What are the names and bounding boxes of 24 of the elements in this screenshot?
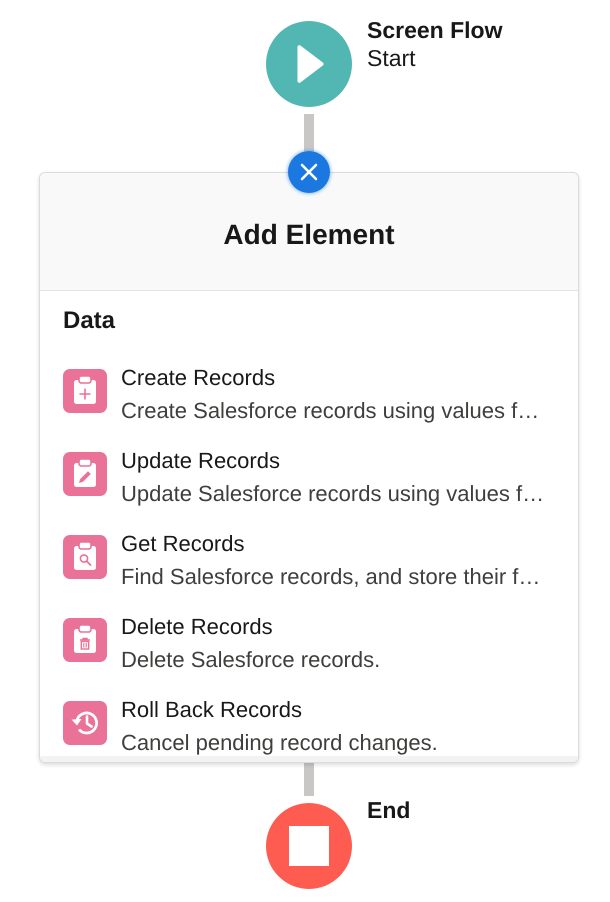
element-description: Cancel pending record changes. (121, 730, 438, 756)
element-description: Delete Salesforce records. (121, 647, 380, 673)
panel-title: Add Element (223, 218, 395, 252)
clipboard-search-icon (63, 535, 107, 579)
node-type: Start (367, 45, 417, 72)
element-option[interactable]: Delete Records (121, 614, 273, 640)
element-option[interactable]: Create Records (121, 365, 276, 391)
element-description: Update Salesforce records using values f… (121, 481, 544, 507)
element-option[interactable]: Get Records (121, 531, 244, 557)
history-icon (63, 701, 107, 745)
element-description: Create Salesforce records using values f… (121, 398, 540, 424)
element-option[interactable]: Roll Back Records (121, 697, 302, 723)
close-icon (300, 163, 318, 181)
clipboard-pencil-icon (63, 452, 107, 496)
clipboard-trash-icon (63, 618, 107, 662)
clipboard-plus-icon (63, 369, 107, 413)
element-description: Find Salesforce records, and store their f… (121, 564, 540, 590)
stop-icon (289, 826, 329, 866)
play-icon (297, 44, 324, 84)
close-button[interactable] (288, 151, 330, 193)
node-title: Screen Flow (367, 17, 502, 44)
section-heading: Data (63, 306, 116, 336)
node-title: End (367, 797, 410, 824)
element-option[interactable]: Update Records (121, 448, 280, 474)
